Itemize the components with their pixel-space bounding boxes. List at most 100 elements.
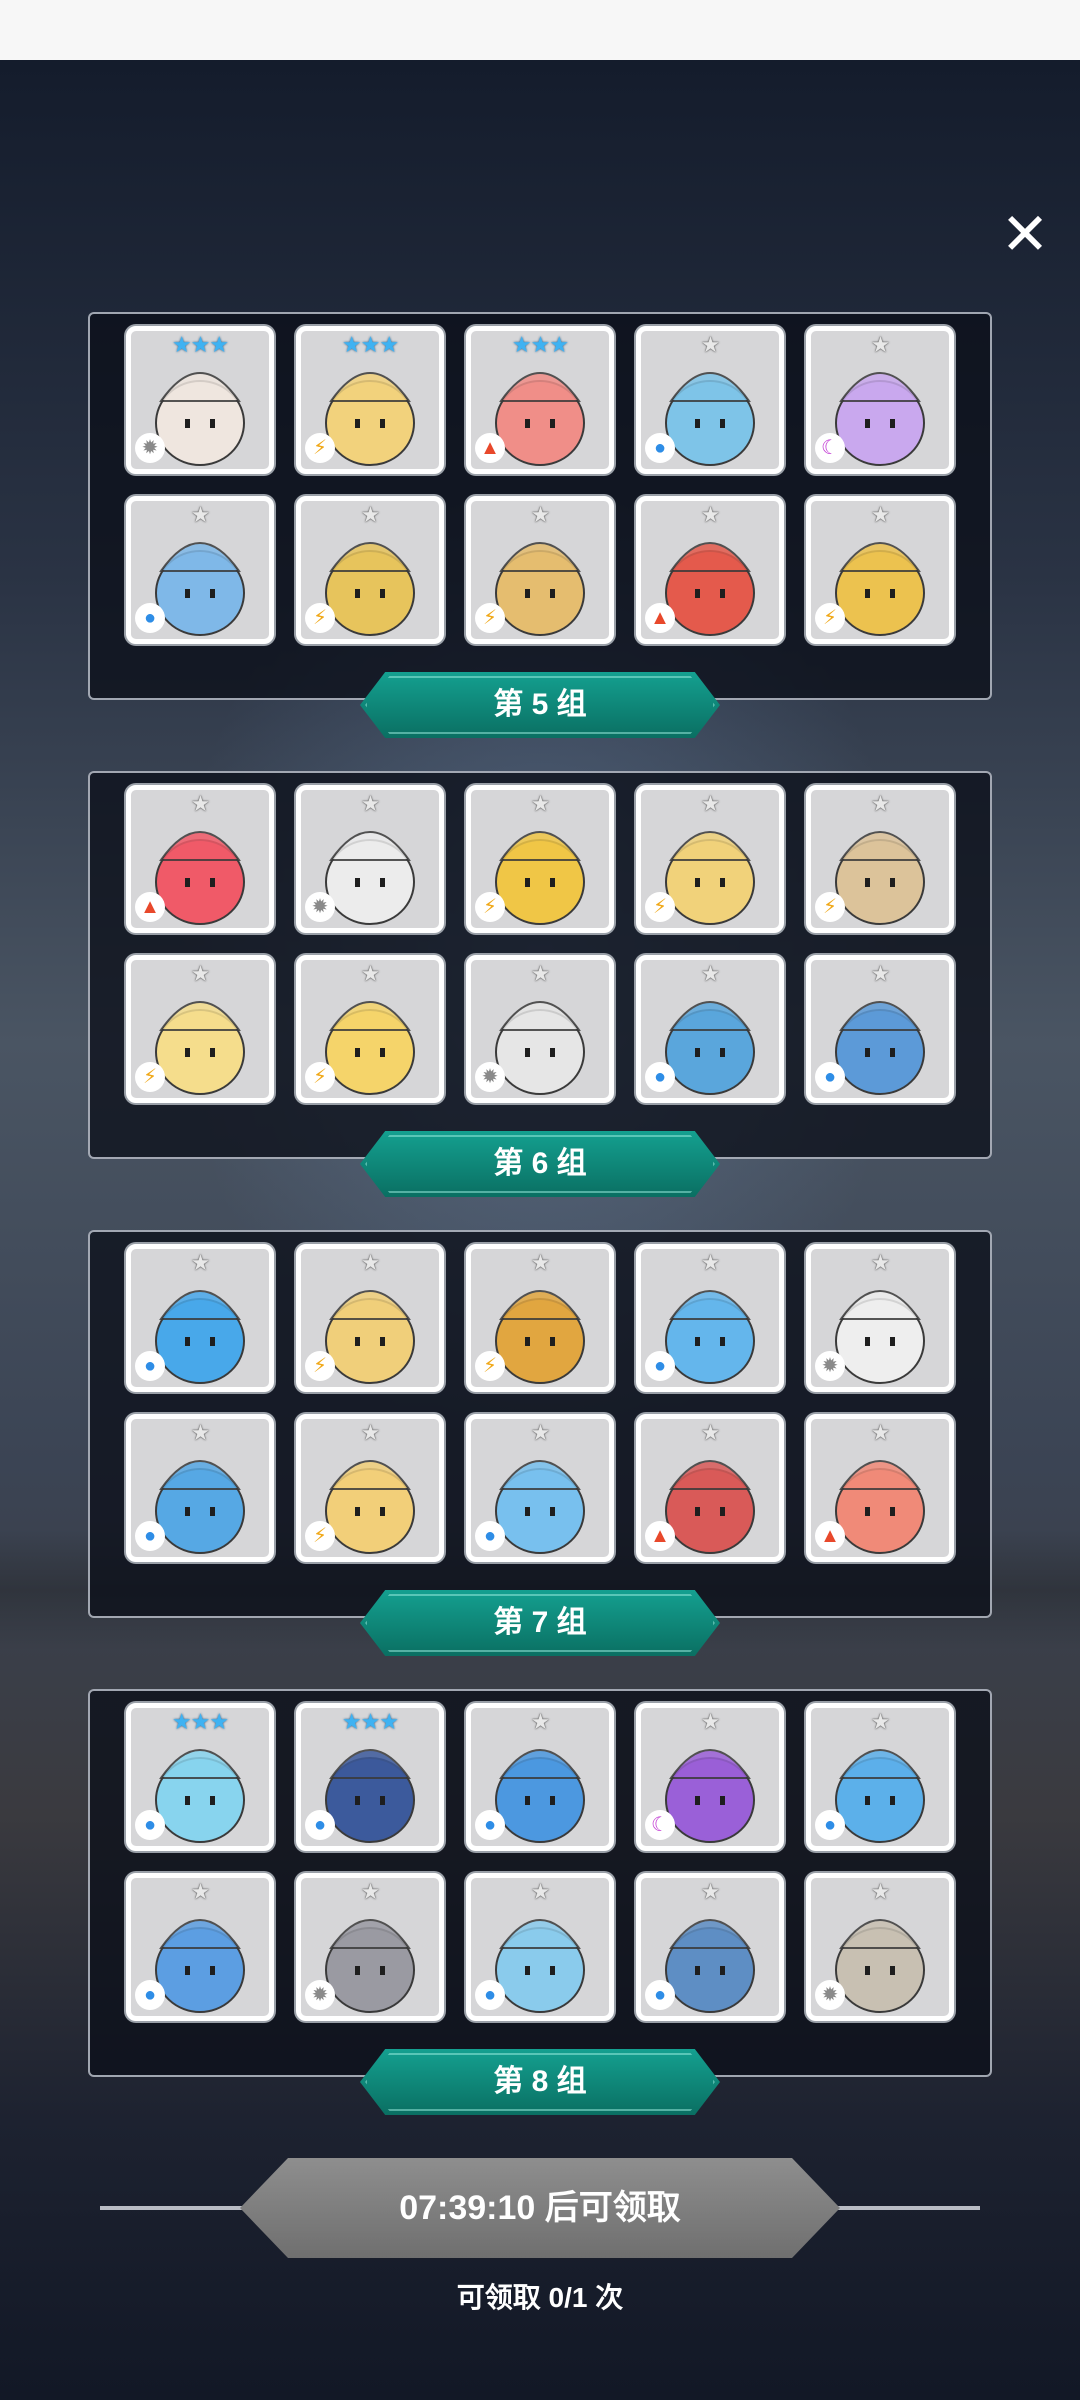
hero-eye — [380, 1507, 385, 1516]
hero-eye — [550, 419, 555, 428]
hero-eye — [695, 1966, 700, 1975]
water-element-icon: ● — [475, 1521, 505, 1551]
hero-card[interactable]: ★ ⚡ — [466, 1244, 614, 1392]
hero-eye — [890, 1048, 895, 1057]
hero-hair — [329, 831, 411, 861]
fire-element-icon: ▲ — [815, 1521, 845, 1551]
hero-eye — [865, 1796, 870, 1805]
hero-card[interactable]: ★ ⚡ — [806, 496, 954, 644]
hero-hair — [669, 1001, 751, 1031]
hero-card[interactable]: ★ ✹ — [296, 1873, 444, 2021]
hero-card[interactable]: ★★★ ● — [296, 1703, 444, 1851]
hero-card[interactable]: ★ ⚡ — [296, 496, 444, 644]
hero-card[interactable]: ★ ⚡ — [466, 785, 614, 933]
hero-card[interactable]: ★ ● — [636, 1244, 784, 1392]
thunder-element-icon: ⚡ — [475, 1351, 505, 1381]
hero-card[interactable]: ★ ● — [466, 1703, 614, 1851]
hero-card[interactable]: ★ ▲ — [636, 496, 784, 644]
hero-eye — [865, 878, 870, 887]
hero-card[interactable]: ★ ● — [806, 1703, 954, 1851]
hero-eye — [185, 419, 190, 428]
hero-eye — [525, 1048, 530, 1057]
hero-card[interactable]: ★ ● — [466, 1414, 614, 1562]
hero-eye — [185, 1048, 190, 1057]
hero-card[interactable]: ★ ✹ — [296, 785, 444, 933]
hero-hair — [839, 542, 921, 572]
hero-eye — [865, 1966, 870, 1975]
rarity-stars: ★ — [360, 961, 381, 986]
thunder-element-icon: ⚡ — [815, 603, 845, 633]
hero-card[interactable]: ★★★ ● — [126, 1703, 274, 1851]
hero-card[interactable]: ★ ▲ — [126, 785, 274, 933]
hero-card[interactable]: ★★★ ✹ — [126, 326, 274, 474]
rarity-stars: ★ — [700, 791, 721, 816]
hero-card[interactable]: ★★★ ⚡ — [296, 326, 444, 474]
hero-card[interactable]: ★ ▲ — [636, 1414, 784, 1562]
thunder-element-icon: ⚡ — [305, 603, 335, 633]
hero-eye — [890, 878, 895, 887]
hero-card[interactable]: ★ ● — [126, 1244, 274, 1392]
hero-hair — [669, 372, 751, 402]
hero-card[interactable]: ★ ⚡ — [296, 1414, 444, 1562]
hero-card[interactable]: ★ ✹ — [466, 955, 614, 1103]
dark-element-icon: ☾ — [645, 1810, 675, 1840]
thunder-element-icon: ⚡ — [305, 1062, 335, 1092]
water-element-icon: ● — [305, 1810, 335, 1840]
hero-card[interactable]: ★ ● — [126, 1873, 274, 2021]
hero-card[interactable]: ★ ⚡ — [126, 955, 274, 1103]
hero-card[interactable]: ★ ● — [806, 955, 954, 1103]
hero-eye — [380, 1966, 385, 1975]
water-element-icon: ● — [475, 1810, 505, 1840]
hero-eye — [525, 878, 530, 887]
hero-card[interactable]: ★ ● — [126, 1414, 274, 1562]
hero-card[interactable]: ★ ⚡ — [806, 785, 954, 933]
hero-card[interactable]: ★ ● — [636, 326, 784, 474]
hero-card[interactable]: ★ ⚡ — [636, 785, 784, 933]
hero-card[interactable]: ★ ▲ — [806, 1414, 954, 1562]
hero-eye — [210, 419, 215, 428]
hero-card[interactable]: ★ ⚡ — [296, 1244, 444, 1392]
hero-card[interactable]: ★ ● — [126, 496, 274, 644]
hero-eye — [865, 419, 870, 428]
hero-card[interactable]: ★ ☾ — [806, 326, 954, 474]
hero-card[interactable]: ★ ✹ — [806, 1244, 954, 1392]
hero-card[interactable]: ★ ☾ — [636, 1703, 784, 1851]
light-element-icon: ✹ — [815, 1351, 845, 1381]
rarity-stars: ★ — [870, 332, 891, 357]
dark-element-icon: ☾ — [815, 433, 845, 463]
water-element-icon: ● — [645, 1980, 675, 2010]
hero-eye — [210, 1796, 215, 1805]
hero-card[interactable]: ★ ● — [636, 1873, 784, 2021]
hero-eye — [890, 589, 895, 598]
hero-card[interactable]: ★ ✹ — [806, 1873, 954, 2021]
hero-hair — [499, 831, 581, 861]
hero-eye — [720, 1337, 725, 1346]
hero-card[interactable]: ★ ⚡ — [466, 496, 614, 644]
hero-eye — [355, 1048, 360, 1057]
hero-eye — [890, 419, 895, 428]
fire-element-icon: ▲ — [645, 1521, 675, 1551]
hero-hair — [669, 1749, 751, 1779]
hero-hair — [499, 542, 581, 572]
hero-hair — [329, 1460, 411, 1490]
rarity-stars: ★ — [870, 502, 891, 527]
hero-eye — [550, 1507, 555, 1516]
hero-card[interactable]: ★ ⚡ — [296, 955, 444, 1103]
hero-hair — [159, 1749, 241, 1779]
rarity-stars: ★ — [190, 1879, 211, 1904]
hero-eye — [525, 1337, 530, 1346]
fire-element-icon: ▲ — [645, 603, 675, 633]
hero-hair — [839, 372, 921, 402]
rarity-stars: ★ — [700, 1879, 721, 1904]
hero-hair — [159, 831, 241, 861]
close-icon[interactable]: ✕ — [995, 205, 1055, 265]
hero-eye — [695, 1796, 700, 1805]
hero-card[interactable]: ★★★ ▲ — [466, 326, 614, 474]
rarity-stars: ★ — [190, 1250, 211, 1275]
rarity-stars: ★ — [530, 961, 551, 986]
claim-button[interactable]: 07:39:10 后可领取 — [240, 2158, 840, 2258]
hero-eye — [550, 878, 555, 887]
hero-card[interactable]: ★ ● — [466, 1873, 614, 2021]
rarity-stars: ★★★ — [341, 332, 399, 357]
hero-card[interactable]: ★ ● — [636, 955, 784, 1103]
